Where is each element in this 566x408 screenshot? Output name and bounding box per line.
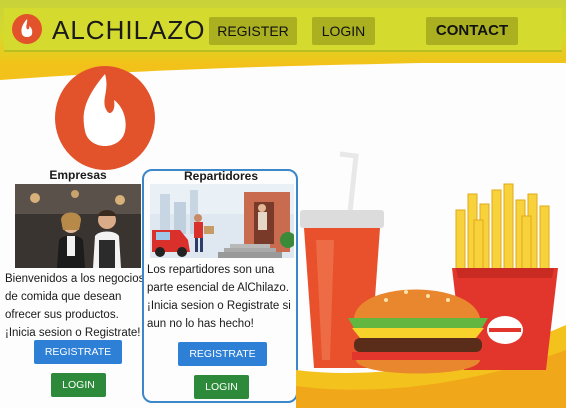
nav-contact-button[interactable]: CONTACT bbox=[426, 17, 518, 45]
nav-register-button[interactable]: REGISTER bbox=[209, 17, 297, 45]
brand-flame-icon[interactable] bbox=[12, 14, 42, 44]
fast-food-illustration bbox=[296, 151, 566, 408]
repartidores-title: Repartidores bbox=[183, 169, 259, 183]
repartidores-register-button[interactable]: REGISTRATE bbox=[178, 342, 267, 366]
flame-logo-icon bbox=[55, 66, 155, 170]
empresas-login-button[interactable]: LOGIN bbox=[51, 373, 106, 397]
empresas-title: Empresas bbox=[49, 168, 107, 182]
repartidores-description: Los repartidores son una parte esencial … bbox=[147, 264, 291, 330]
repartidores-login-button[interactable]: LOGIN bbox=[194, 375, 249, 399]
nav-login-button[interactable]: LOGIN bbox=[312, 17, 375, 45]
empresas-register-button[interactable]: REGISTRATE bbox=[34, 340, 122, 364]
repartidores-photo bbox=[150, 184, 294, 258]
empresas-photo bbox=[15, 184, 141, 268]
empresas-description: Bienvenidos a los negocios de comida que… bbox=[5, 273, 145, 339]
brand-name[interactable]: ALCHILAZO bbox=[52, 14, 206, 46]
burger-illustration bbox=[348, 289, 488, 374]
